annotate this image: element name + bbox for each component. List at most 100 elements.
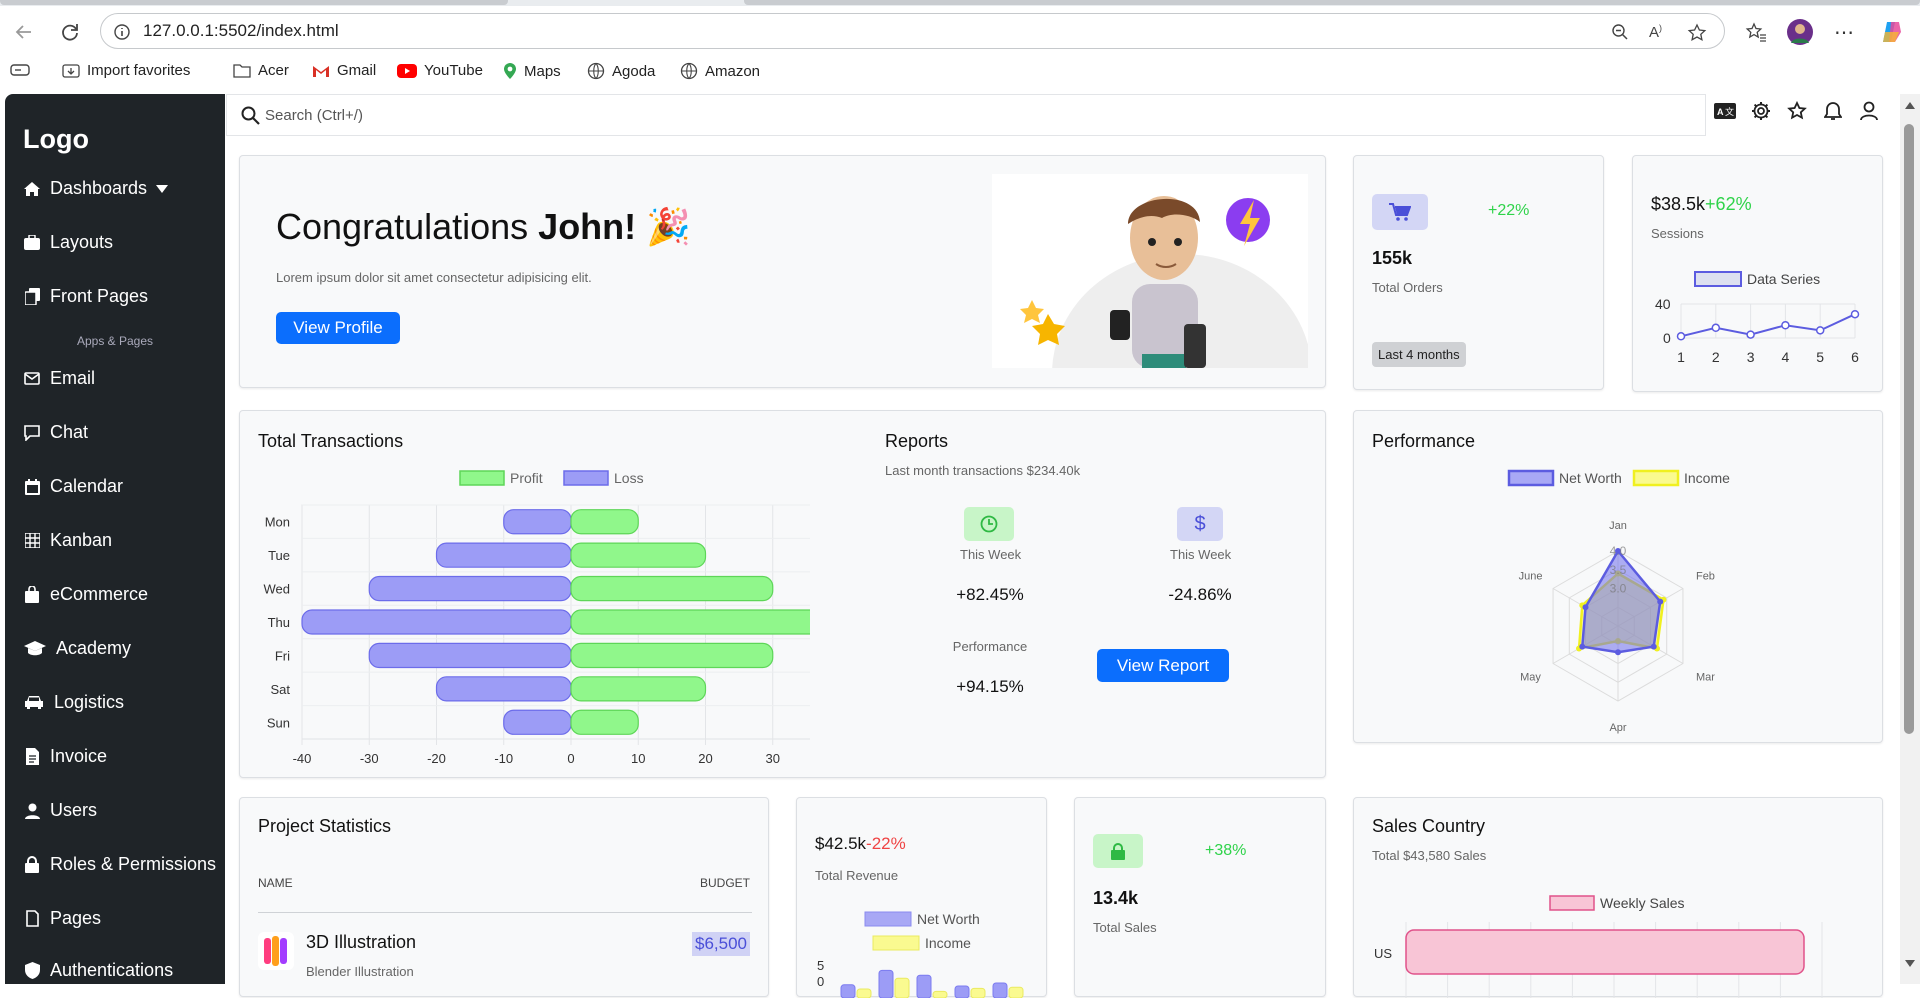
search-input[interactable]: Search (Ctrl+/) [265, 107, 363, 124]
project-card: Project Statistics NAME BUDGET 3D Illust… [239, 797, 769, 997]
bookmarks-bar: Import favorites Acer Gmail YouTube Maps… [0, 58, 1920, 88]
more-options-icon[interactable]: ⋯ [1830, 18, 1858, 46]
back-icon[interactable] [10, 18, 38, 46]
bar-profit [570, 609, 810, 635]
briefcase-icon [23, 234, 41, 252]
logo: Logo [23, 124, 89, 154]
star-icon[interactable] [1786, 100, 1808, 122]
bookmark-acer[interactable]: Acer [233, 62, 289, 79]
legend-label-income: Income [1684, 470, 1730, 486]
project-subtitle: Blender Illustration [306, 964, 414, 979]
report-week-value: +82.45% [956, 585, 1024, 604]
orders-card: +22% 155k Total Orders Last 4 months [1353, 155, 1604, 390]
reading-view-icon[interactable] [10, 62, 30, 78]
data-point [1650, 643, 1657, 650]
read-aloud-icon[interactable]: A) [1649, 23, 1662, 41]
sidebar-item-layouts[interactable]: Layouts [23, 232, 113, 253]
project-name: 3D Illustration [306, 932, 417, 952]
profile-avatar-icon[interactable] [1786, 18, 1814, 46]
sidebar-item-logistics[interactable]: Logistics [23, 692, 124, 713]
address-bar[interactable]: 127.0.0.1:5502/index.html A) [100, 13, 1725, 49]
sidebar-item-email[interactable]: Email [23, 368, 95, 389]
x-tick-label: 20 [698, 751, 712, 766]
sidebar-item-chat[interactable]: Chat [23, 422, 88, 443]
bookmark-import-favorites[interactable]: Import favorites [62, 62, 190, 79]
legend-swatch-income [872, 935, 920, 951]
x-tick-label: 30 [766, 751, 780, 766]
sidebar-item-front-pages[interactable]: Front Pages [23, 286, 148, 307]
view-report-button[interactable]: View Report [1097, 649, 1229, 682]
bar-income [856, 988, 872, 998]
copy-icon [23, 288, 41, 306]
sidebar-item-roles-permissions[interactable]: Roles & Permissions [23, 854, 216, 875]
dollar-icon: $ [1177, 507, 1223, 541]
radar-axis-label: Apr [1609, 722, 1626, 734]
bar-networth [878, 969, 894, 998]
sidebar-item-kanban[interactable]: Kanban [23, 530, 112, 551]
legend-swatch-profit [459, 470, 505, 486]
radar-axis-label: Jan [1609, 520, 1627, 532]
sidebar-item-dashboards[interactable]: Dashboards [23, 178, 169, 199]
bar-networth [992, 982, 1008, 998]
scrollbar-thumb[interactable] [1904, 124, 1914, 734]
bookmark-agoda[interactable]: Agoda [587, 62, 655, 80]
sidebar-item-authentications[interactable]: Authentications [23, 960, 173, 981]
project-budget: $6,500 [692, 932, 750, 956]
copilot-icon[interactable] [1878, 18, 1906, 46]
bookmark-maps[interactable]: Maps [503, 62, 561, 80]
bar-loss [435, 676, 572, 702]
legend-swatch-networth [1507, 469, 1555, 487]
category-label: Wed [264, 582, 291, 597]
name-column-header: NAME [258, 876, 293, 890]
url-text[interactable]: 127.0.0.1:5502/index.html [143, 21, 339, 41]
revenue-card: $42.5k-22% Total Revenue Net Worth Income… [796, 797, 1047, 998]
sidebar-item-invoice[interactable]: Invoice [23, 746, 107, 767]
zoom-out-icon[interactable] [1611, 23, 1629, 41]
bookmark-gmail[interactable]: Gmail [312, 62, 376, 79]
refresh-icon[interactable] [56, 18, 84, 46]
favorite-star-icon[interactable] [1687, 23, 1707, 43]
section-label: Apps & Pages [76, 334, 154, 348]
x-tick-label: 4 [1782, 349, 1790, 365]
user-icon [23, 802, 41, 820]
translate-icon[interactable]: A文 [1714, 100, 1736, 122]
search-icon[interactable] [241, 106, 260, 125]
sidebar-item-academy[interactable]: Academy [23, 638, 131, 659]
y-tick-label: 0 [817, 974, 824, 989]
welcome-text: Lorem ipsum dolor sit amet consectetur a… [276, 270, 592, 285]
radar-tick-label: 4.0 [1610, 544, 1627, 558]
bar-profit [570, 575, 774, 602]
bar-income [894, 977, 910, 998]
sidebar-item-ecommerce[interactable]: eCommerce [23, 584, 148, 605]
page-scrollbar[interactable] [1900, 94, 1920, 984]
bookmark-youtube[interactable]: YouTube [397, 62, 483, 79]
account-icon[interactable] [1858, 100, 1880, 122]
scroll-up-icon[interactable] [1905, 102, 1915, 109]
gear-icon[interactable] [1750, 100, 1772, 122]
revenue-bar-chart: Net Worth Income 50 [817, 911, 1024, 998]
sidebar-item-calendar[interactable]: Calendar [23, 476, 123, 497]
bar-loss [503, 509, 572, 535]
orders-label: Total Orders [1372, 280, 1443, 295]
sidebar-item-pages[interactable]: Pages [23, 908, 101, 929]
browser-tab[interactable] [744, 0, 1920, 5]
shield-icon [23, 962, 41, 980]
bar-loss [435, 542, 572, 568]
bell-icon[interactable] [1822, 100, 1844, 122]
radar-axis-label: Mar [1696, 672, 1715, 684]
view-profile-button[interactable]: View Profile [276, 312, 400, 344]
lock-icon [23, 856, 41, 874]
category-label: Tue [268, 548, 290, 563]
calendar-icon [23, 478, 41, 496]
bar-loss [301, 609, 572, 635]
browser-tab[interactable] [0, 0, 508, 5]
radar-axis-label: Feb [1696, 571, 1715, 583]
category-label: Sun [267, 715, 290, 730]
info-icon[interactable] [113, 23, 131, 41]
x-tick-label: -40 [293, 751, 312, 766]
search-bar[interactable]: Search (Ctrl+/) [226, 94, 1706, 136]
favorites-icon[interactable] [1742, 18, 1770, 46]
scroll-down-icon[interactable] [1905, 960, 1915, 967]
sidebar-item-users[interactable]: Users [23, 800, 97, 821]
bookmark-amazon[interactable]: Amazon [680, 62, 760, 80]
